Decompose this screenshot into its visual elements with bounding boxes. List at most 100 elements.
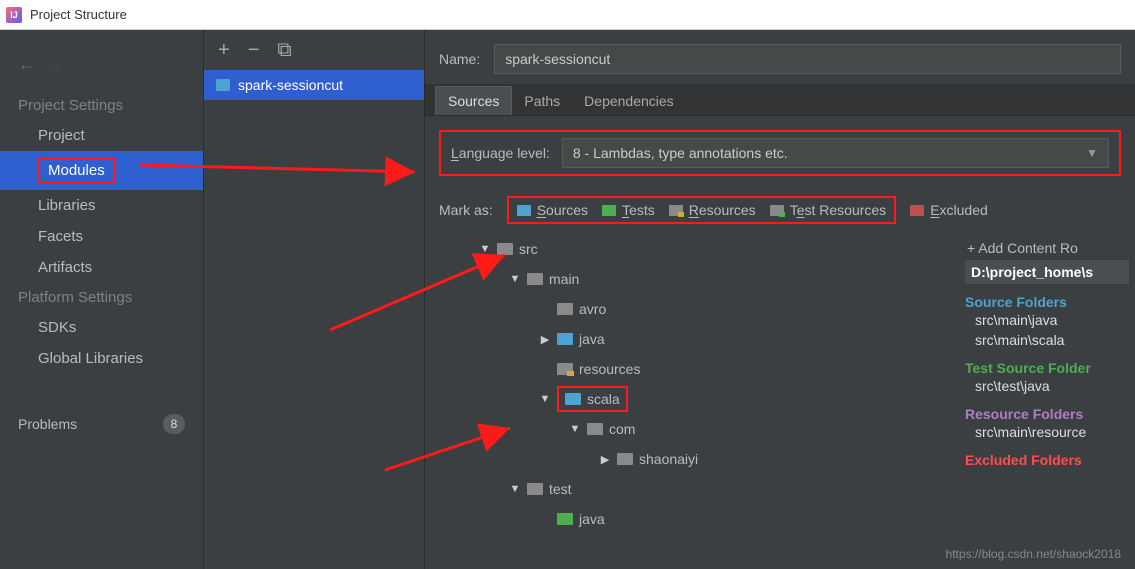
tab-paths[interactable]: Paths [512, 87, 572, 115]
tree-label: scala [587, 391, 620, 407]
sidebar-item-modules[interactable]: Modules [0, 151, 203, 190]
sidebar-item-libraries[interactable]: Libraries [0, 190, 203, 221]
app-icon: IJ [6, 7, 22, 23]
spacer [539, 513, 551, 525]
mark-excluded-button[interactable]: Excluded [910, 202, 988, 218]
sidebar-item-sdks[interactable]: SDKs [0, 312, 203, 343]
problems-label: Problems [18, 416, 77, 432]
module-item-spark-sessioncut[interactable]: spark-sessioncut [204, 70, 424, 100]
chevron-right-icon[interactable]: ▶ [539, 333, 551, 345]
spacer [539, 303, 551, 315]
module-item-label: spark-sessioncut [238, 77, 343, 93]
add-module-icon[interactable]: + [218, 40, 230, 60]
tree-node-java[interactable]: ▶java [449, 324, 959, 354]
language-level-value: 8 - Lambdas, type annotations etc. [573, 145, 788, 161]
tree-node-test-java[interactable]: java [449, 504, 959, 534]
chevron-down-icon[interactable]: ▼ [539, 393, 551, 405]
right-panel: Name: spark-sessioncut Sources Paths Dep… [425, 30, 1135, 569]
tabs: Sources Paths Dependencies [425, 84, 1135, 116]
folder-icon [527, 273, 543, 285]
sidebar-item-problems[interactable]: Problems 8 [0, 404, 203, 444]
mark-resources-button[interactable]: Resources [669, 202, 756, 218]
tab-sources[interactable]: Sources [435, 86, 512, 115]
name-value: spark-sessioncut [505, 51, 610, 67]
sidebar-item-facets[interactable]: Facets [0, 221, 203, 252]
mark-sources-button[interactable]: Sources [517, 202, 588, 218]
mark-as-label: Mark as: [439, 202, 493, 218]
mark-buttons: Sources Tests Resources Test Resources [507, 196, 897, 224]
left-sidebar: ← → Project Settings Project Modules Lib… [0, 30, 204, 569]
tree-label: shaonaiyi [639, 451, 698, 467]
name-row: Name: spark-sessioncut [425, 44, 1135, 84]
tree-node-avro[interactable]: avro [449, 294, 959, 324]
window-title: Project Structure [30, 7, 127, 22]
name-input[interactable]: spark-sessioncut [494, 44, 1121, 74]
sidebar-item-project[interactable]: Project [0, 120, 203, 151]
main-area: ← → Project Settings Project Modules Lib… [0, 30, 1135, 569]
tests-folder-icon [602, 205, 616, 216]
tree-node-scala[interactable]: ▼ scala [449, 384, 959, 414]
tree-label: java [579, 511, 605, 527]
folder-icon [587, 423, 603, 435]
chevron-right-icon[interactable]: ▶ [599, 453, 611, 465]
chevron-down-icon[interactable]: ▼ [569, 423, 581, 435]
title-bar: IJ Project Structure [0, 0, 1135, 30]
language-level-select[interactable]: 8 - Lambdas, type annotations etc. ▼ [562, 138, 1109, 168]
chevron-down-icon: ▼ [1086, 146, 1098, 160]
section-project-settings: Project Settings [0, 91, 203, 120]
content-wrap: ▼src ▼main avro ▶java resources ▼ scala … [425, 230, 1135, 534]
add-content-root-label: + Add Content Ro [967, 240, 1078, 256]
source-tree[interactable]: ▼src ▼main avro ▶java resources ▼ scala … [425, 230, 959, 534]
resource-folder-item[interactable]: src\main\resource [965, 422, 1129, 442]
back-icon[interactable]: ← [18, 54, 36, 75]
nav-arrows: ← → [0, 54, 203, 91]
tree-node-shaonaiyi[interactable]: ▶ shaonaiyi [449, 444, 959, 474]
section-platform-settings: Platform Settings [0, 283, 203, 312]
chevron-down-icon[interactable]: ▼ [509, 483, 521, 495]
sources-folder-icon [565, 393, 581, 405]
sidebar-item-artifacts[interactable]: Artifacts [0, 252, 203, 283]
folder-icon [497, 243, 513, 255]
sources-folder-icon [517, 205, 531, 216]
resources-folder-icon [669, 205, 683, 216]
tree-label: resources [579, 361, 640, 377]
name-label: Name: [439, 51, 480, 67]
sources-folder-icon [557, 333, 573, 345]
remove-module-icon[interactable]: − [248, 40, 260, 60]
tree-node-com[interactable]: ▼com [449, 414, 959, 444]
excluded-folder-icon [910, 205, 924, 216]
source-folder-item[interactable]: src\main\scala [965, 330, 1129, 350]
mark-as-row: Mark as: Sources Tests Resources Test Re… [425, 190, 1135, 230]
chevron-down-icon[interactable]: ▼ [479, 243, 491, 255]
sidebar-item-global-libraries[interactable]: Global Libraries [0, 343, 203, 374]
tree-node-resources[interactable]: resources [449, 354, 959, 384]
tree-node-test[interactable]: ▼ test [449, 474, 959, 504]
content-root-path[interactable]: D:\project_home\s [965, 260, 1129, 284]
source-folder-item[interactable]: src\main\java [965, 310, 1129, 330]
chevron-down-icon[interactable]: ▼ [509, 273, 521, 285]
watermark: https://blog.csdn.net/shaock2018 [946, 547, 1121, 561]
resources-folder-icon [557, 363, 573, 375]
problems-count-badge: 8 [163, 414, 185, 434]
mark-tests-button[interactable]: Tests [602, 202, 655, 218]
tree-label: src [519, 241, 538, 257]
tree-label: test [549, 481, 572, 497]
tests-folder-icon [557, 513, 573, 525]
tree-node-src[interactable]: ▼ src [449, 234, 959, 264]
scala-highlight-box: scala [557, 386, 628, 412]
excluded-folders-title: Excluded Folders [965, 452, 1129, 468]
test-source-folder-item[interactable]: src\test\java [965, 376, 1129, 396]
copy-module-icon[interactable]: ⧉ [277, 40, 291, 60]
module-icon [216, 79, 230, 91]
forward-icon[interactable]: → [46, 54, 64, 75]
tree-label: avro [579, 301, 606, 317]
tab-dependencies[interactable]: Dependencies [572, 87, 686, 115]
source-folders-title: Source Folders [965, 294, 1129, 310]
language-level-row: LLanguage level:anguage level: 8 - Lambd… [439, 130, 1121, 176]
add-content-root-button[interactable]: + Add Content Ro [965, 236, 1129, 260]
mark-test-resources-button[interactable]: Test Resources [770, 202, 887, 218]
folder-icon [527, 483, 543, 495]
resource-folders-title: Resource Folders [965, 406, 1129, 422]
tree-node-main[interactable]: ▼main [449, 264, 959, 294]
folder-icon [617, 453, 633, 465]
